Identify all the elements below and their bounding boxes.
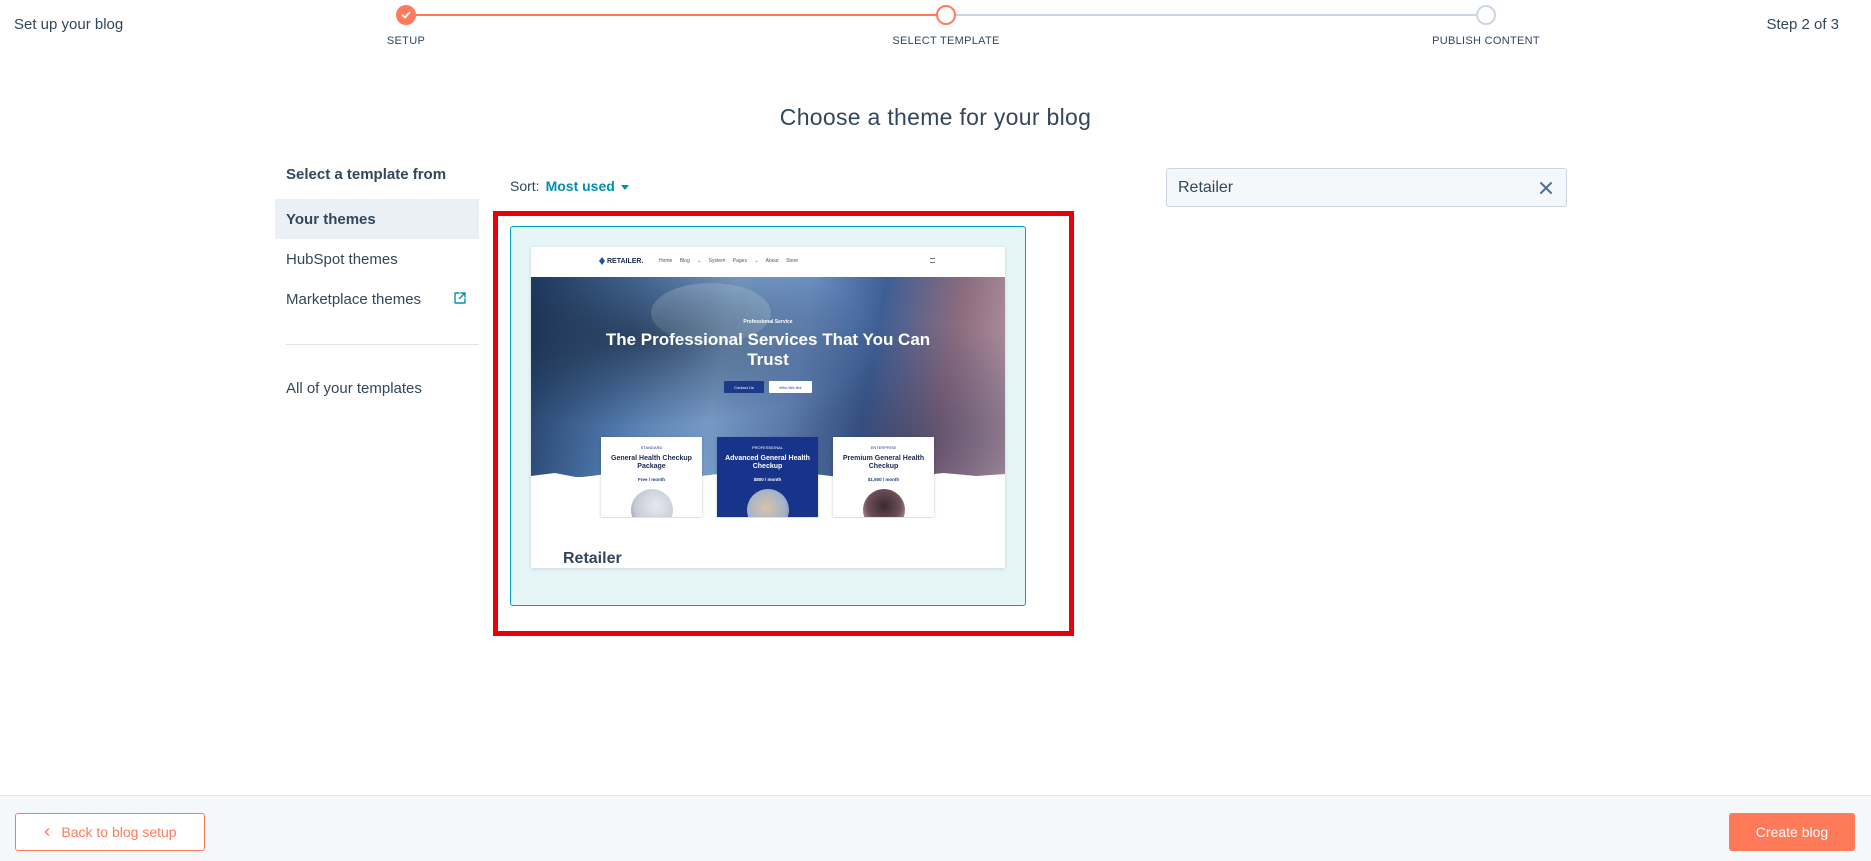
close-icon[interactable] [1538,180,1554,196]
step-select-template-marker [936,5,956,25]
sidebar-item-marketplace-themes[interactable]: Marketplace themes [275,279,479,319]
sidebar-item-all-templates[interactable]: All of your templates [275,368,479,408]
hamburger-icon [930,258,935,263]
sidebar-heading: Select a template from [286,166,447,183]
preview-plan-photo [631,489,673,517]
wizard-title: Set up your blog [14,16,124,33]
preview-nav-links: Home Blog ⌄ System Pages ⌄ About Store [659,258,799,264]
sidebar-item-label: All of your templates [286,379,422,397]
page-title: Choose a theme for your blog [779,104,1092,130]
progress-track-complete [406,14,946,16]
theme-name: Retailer [563,550,622,567]
preview-logo: RETAILER. [599,257,643,265]
preview-navbar: RETAILER. Home Blog ⌄ System Pages ⌄ Abo… [531,247,1005,277]
sidebar-item-label: HubSpot themes [286,250,398,268]
step-setup-label: SETUP [386,35,426,47]
step-publish-content-label: PUBLISH CONTENT [1432,35,1540,47]
checkmark-icon [401,11,411,19]
preview-who-we-are-button: Who We Are [769,381,812,393]
sort-dropdown[interactable]: Most used [546,178,629,194]
sidebar-item-label: Marketplace themes [286,290,422,308]
create-button-label: Create blog [1755,824,1829,840]
preview-plan-photo [747,489,789,517]
progress-track-remaining [946,14,1486,16]
preview-kicker: Professional Service [743,319,793,325]
search-box [1166,168,1567,207]
wizard-header: Set up your blog SETUP SELECT TEMPLATE P… [0,0,1871,60]
chevron-left-icon [45,828,50,836]
step-select-template-label: SELECT TEMPLATE [892,35,1000,47]
preview-plan-photo [863,489,905,517]
theme-preview: RETAILER. Home Blog ⌄ System Pages ⌄ Abo… [531,247,1005,568]
caret-down-icon [620,184,629,190]
back-to-blog-setup-button[interactable]: Back to blog setup [15,813,205,851]
preview-headline: The Professional Services That You Can T… [605,330,931,369]
theme-card-retailer[interactable]: RETAILER. Home Blog ⌄ System Pages ⌄ Abo… [510,226,1026,606]
step-publish-content-marker [1476,5,1496,25]
external-link-icon [454,292,466,304]
search-input[interactable] [1167,169,1566,206]
step-indicator: Step 2 of 3 [1766,16,1839,33]
preview-contact-button: Contact Us [724,381,764,393]
preview-plan-card: PROFESSIONAL Advanced General Health Che… [717,437,818,517]
diamond-icon [599,257,605,265]
sort-control: Sort: Most used [510,178,629,194]
sort-label: Sort: [510,178,540,194]
sidebar-item-label: Your themes [286,210,376,228]
sort-value: Most used [545,178,615,194]
preview-plan-card: STANDARD General Health Checkup Package … [601,437,702,517]
step-setup-marker [396,5,416,25]
back-button-label: Back to blog setup [61,824,177,840]
create-blog-button[interactable]: Create blog [1729,813,1855,851]
sidebar-divider [286,344,479,345]
sidebar-item-hubspot-themes[interactable]: HubSpot themes [275,239,479,279]
preview-plan-card: ENTERPRISE Premium General Health Checku… [833,437,934,517]
sidebar-item-your-themes[interactable]: Your themes [275,199,479,239]
wizard-footer: Back to blog setup Create blog [0,795,1871,861]
